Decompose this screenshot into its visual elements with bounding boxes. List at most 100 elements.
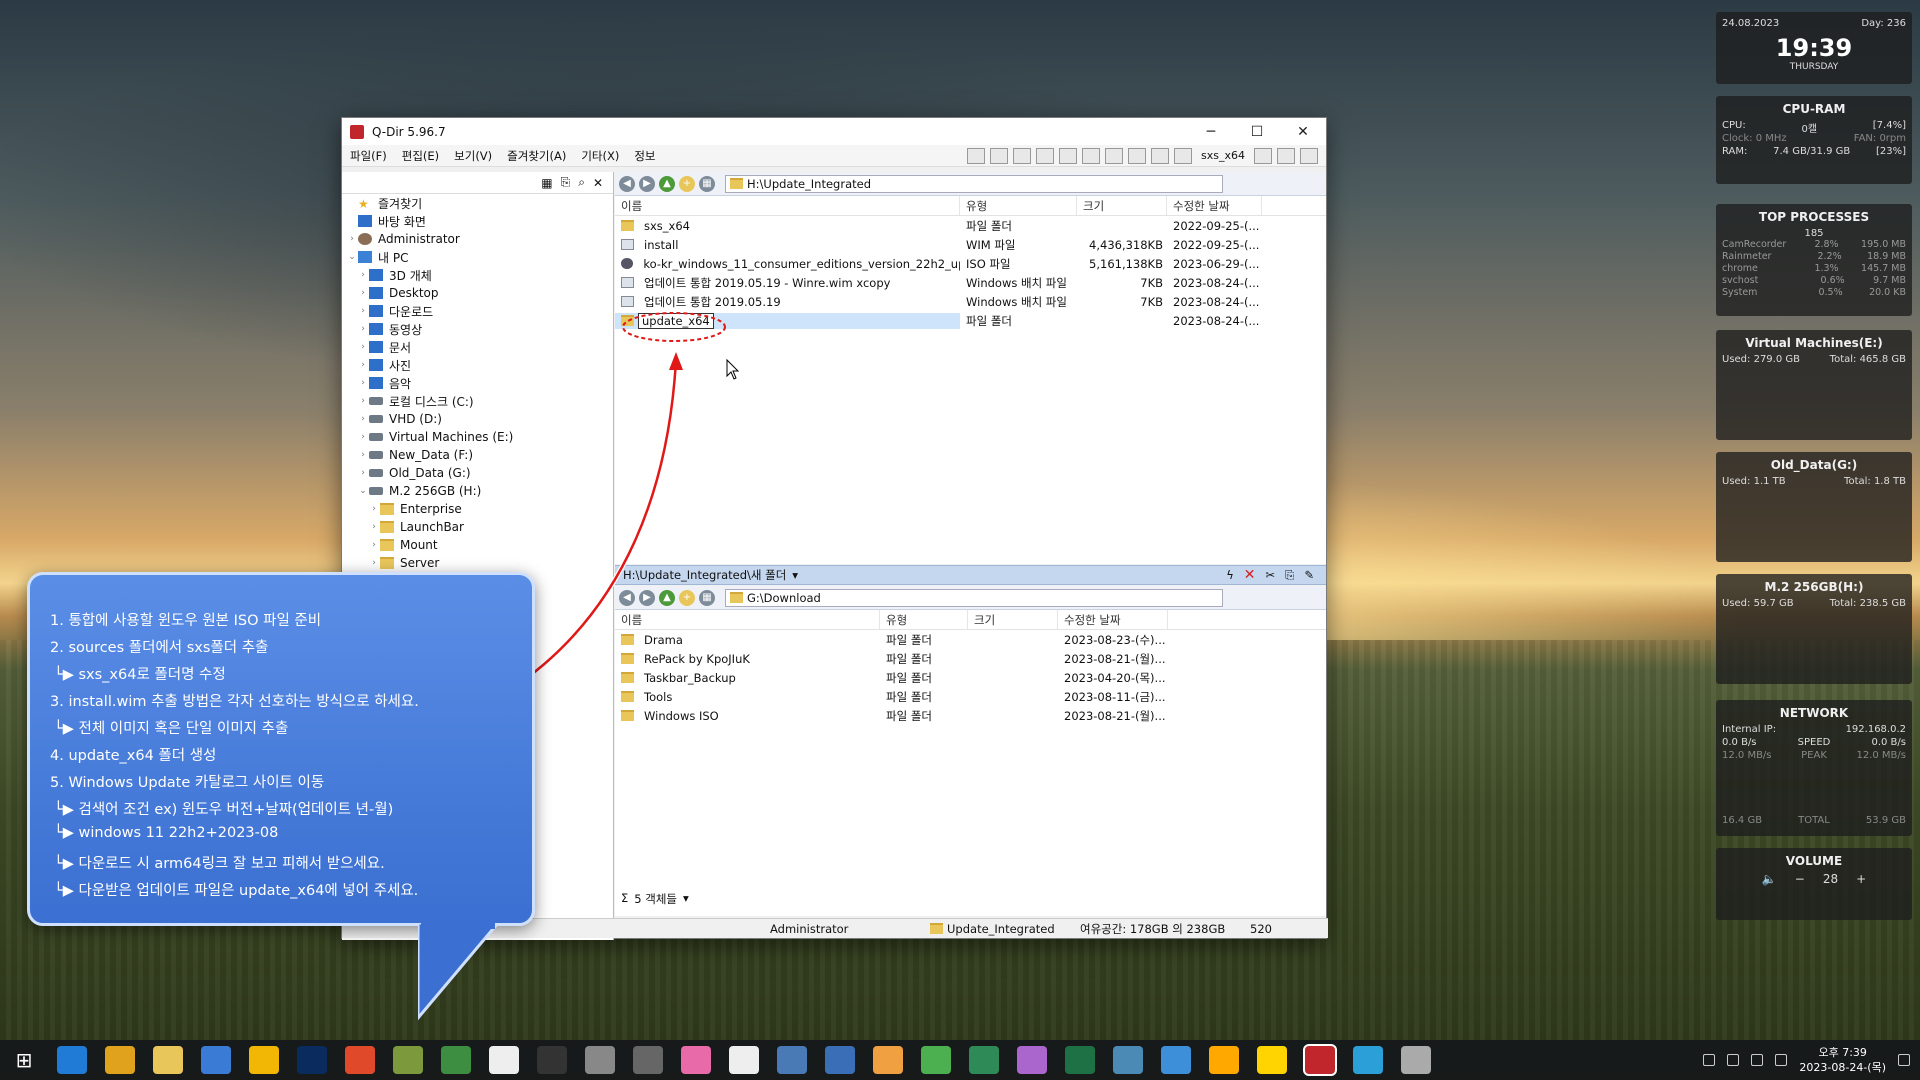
process-cpu: 0.6% [1820, 275, 1845, 286]
callout-line: └▶ 다운로드 시 arm64링크 잘 보고 피해서 받으세요. [54, 856, 385, 872]
taskbar-app-icon[interactable] [393, 1046, 423, 1074]
process-cpu: 0.5% [1818, 287, 1843, 298]
system-tray: 오후 7:39 2023-08-24-(목) [1703, 1045, 1920, 1075]
callout-line: └▶ 검색어 조건 ex) 윈도우 버전+날짜(업데이트 년-월) [54, 802, 394, 818]
ip-value: 192.168.0.2 [1845, 724, 1906, 735]
process-name: Rainmeter [1722, 251, 1772, 262]
process-mem: 195.0 MB [1861, 239, 1906, 250]
taskbar-app-icon[interactable] [153, 1046, 183, 1074]
process-name: chrome [1722, 263, 1758, 274]
taskbar-app-icon[interactable] [825, 1046, 855, 1074]
cpu-label: CPU: [1722, 120, 1746, 131]
callout-line: └▶ windows 11 22h2+2023-08 [54, 825, 279, 841]
process-name: System [1722, 287, 1758, 298]
cpu-percent: [7.4%] [1872, 120, 1906, 131]
taskbar-app-icon[interactable] [585, 1046, 615, 1074]
taskbar-app-icon[interactable] [345, 1046, 375, 1074]
taskbar-app-icon[interactable] [57, 1046, 87, 1074]
total-down: 16.4 GB [1722, 815, 1763, 826]
disk-used: Used: 279.0 GB [1722, 354, 1800, 365]
process-name: CamRecorder [1722, 239, 1787, 250]
disk-title: Virtual Machines(E:) [1745, 336, 1883, 350]
taskbar-app-icon[interactable] [105, 1046, 135, 1074]
disk-used: Used: 59.7 GB [1722, 598, 1794, 609]
peak-down: 12.0 MB/s [1722, 750, 1772, 761]
instruction-callout: 1. 통합에 사용할 윈도우 원본 ISO 파일 준비 2. sources 폴더… [27, 572, 535, 926]
taskbar-app-icon[interactable] [921, 1046, 951, 1074]
disk-gadget: Old_Data(G:) Used: 1.1 TB Total: 1.8 TB [1716, 452, 1912, 562]
disk-gadget: M.2 256GB(H:) Used: 59.7 GB Total: 238.5 G… [1716, 574, 1912, 684]
taskbar-app-icon[interactable] [297, 1046, 327, 1074]
cpu-ram-title: CPU-RAM [1782, 102, 1846, 116]
tray-icon[interactable] [1703, 1054, 1716, 1066]
total-up: 53.9 GB [1865, 815, 1906, 826]
taskbar-app-icon[interactable] [969, 1046, 999, 1074]
callout-line: └▶ sxs_x64로 폴더명 수정 [54, 667, 226, 683]
process-row: CamRecorder 2.8% 195.0 MB [1716, 239, 1912, 251]
network-title: NETWORK [1779, 706, 1849, 720]
ram-value: 7.4 GB/31.9 GB [1773, 146, 1851, 157]
taskbar-app-icon[interactable] [201, 1046, 231, 1074]
disk-total: Total: 1.8 TB [1844, 476, 1906, 487]
speaker-icon[interactable]: 🔈 [1762, 872, 1777, 886]
taskbar-app-icon[interactable] [1353, 1046, 1383, 1074]
clock-date: 24.08.2023 [1722, 18, 1780, 29]
taskbar-app-icon[interactable] [1303, 1044, 1337, 1076]
disk-usage-row: Used: 279.0 GB Total: 465.8 GB [1716, 354, 1912, 367]
peak-label: PEAK [1801, 750, 1827, 761]
volume-title: VOLUME [1785, 854, 1843, 868]
taskbar-date: 2023-08-24-(목) [1799, 1061, 1886, 1074]
taskbar-app-icon[interactable] [1113, 1046, 1143, 1074]
disk-usage-row: Used: 1.1 TB Total: 1.8 TB [1716, 476, 1912, 489]
taskbar-app-icon[interactable] [681, 1046, 711, 1074]
taskbar-app-icon[interactable] [489, 1046, 519, 1074]
net-up: 0.0 B/s [1871, 737, 1906, 748]
notification-icon[interactable] [1898, 1054, 1910, 1066]
process-row: svchost 0.6% 9.7 MB [1716, 275, 1912, 287]
volume-down-button[interactable]: − [1795, 872, 1805, 886]
volume-gadget: VOLUME 🔈 − 28 + [1716, 848, 1912, 920]
taskbar-app-icon[interactable] [633, 1046, 663, 1074]
taskbar-app-icon[interactable] [1161, 1046, 1191, 1074]
disk-used: Used: 1.1 TB [1722, 476, 1786, 487]
taskbar-app-icon[interactable] [537, 1046, 567, 1074]
taskbar-app-icon[interactable] [777, 1046, 807, 1074]
callout-line: └▶ 전체 이미지 혹은 단일 이미지 추출 [54, 721, 289, 737]
net-down: 0.0 B/s [1722, 737, 1757, 748]
process-row: System 0.5% 20.0 KB [1716, 287, 1912, 299]
taskbar: ⊞ 오후 7:39 2023-08-24-(목) [0, 1040, 1920, 1080]
taskbar-app-icon[interactable] [729, 1046, 759, 1074]
windows-start-icon[interactable]: ⊞ [0, 1040, 48, 1080]
speed-label: SPEED [1797, 737, 1831, 748]
taskbar-app-icon[interactable] [441, 1046, 471, 1074]
taskbar-app-icon[interactable] [1257, 1046, 1287, 1074]
volume-tray-icon[interactable] [1775, 1054, 1788, 1066]
process-cpu: 2.2% [1817, 251, 1842, 262]
callout-line: 5. Windows Update 카탈로그 사이트 이동 [50, 775, 325, 791]
disk-usage-row: Used: 59.7 GB Total: 238.5 GB [1716, 598, 1912, 611]
taskbar-app-icon[interactable] [1065, 1046, 1095, 1074]
disk-title: Old_Data(G:) [1770, 458, 1858, 472]
taskbar-clock[interactable]: 오후 7:39 2023-08-24-(목) [1799, 1045, 1886, 1075]
taskbar-app-icon[interactable] [1209, 1046, 1239, 1074]
taskbar-app-icon[interactable] [873, 1046, 903, 1074]
peak-up: 12.0 MB/s [1856, 750, 1906, 761]
network-tray-icon[interactable] [1751, 1054, 1764, 1066]
process-name: svchost [1722, 275, 1759, 286]
disk-total: Total: 238.5 GB [1829, 598, 1906, 609]
callout-line: 1. 통합에 사용할 윈도우 원본 ISO 파일 준비 [50, 613, 322, 629]
volume-value: 28 [1822, 872, 1839, 886]
taskbar-app-icon[interactable] [1017, 1046, 1047, 1074]
highlight-ring [622, 312, 726, 342]
volume-up-button[interactable]: + [1856, 872, 1866, 886]
taskbar-app-icon[interactable] [249, 1046, 279, 1074]
tray-icon[interactable] [1727, 1054, 1740, 1066]
annotation-arrowhead [669, 352, 683, 370]
top-processes-gadget: TOP PROCESSES 185 CamRecorder 2.8% 195.0 M… [1716, 204, 1912, 316]
taskbar-time: 오후 7:39 [1818, 1046, 1867, 1059]
taskbar-app-icon[interactable] [1401, 1046, 1431, 1074]
disk-title: M.2 256GB(H:) [1764, 580, 1864, 594]
ip-label: Internal IP: [1722, 724, 1777, 735]
cpu-clock: Clock: 0 MHz [1722, 133, 1787, 144]
process-count: 185 [1804, 228, 1824, 239]
